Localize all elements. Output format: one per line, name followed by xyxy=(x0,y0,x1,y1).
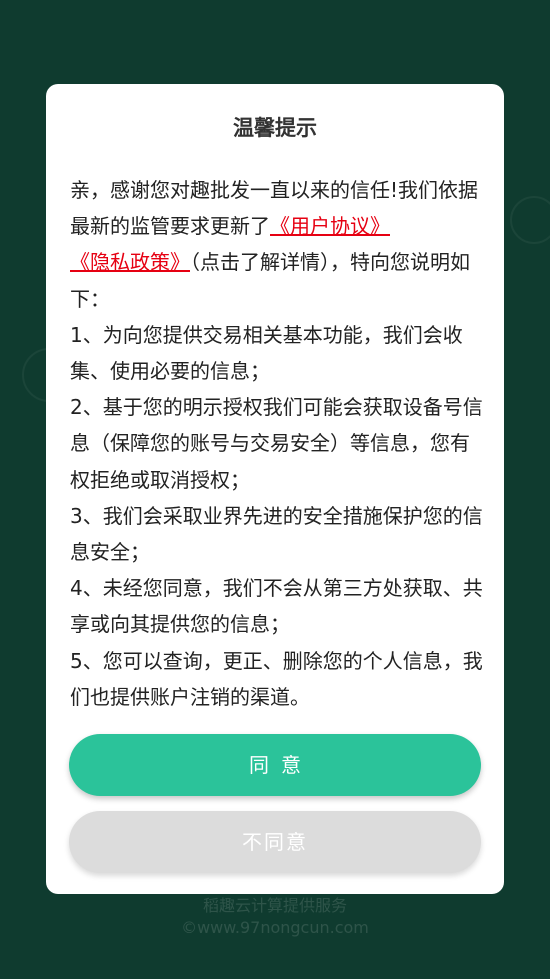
footer-provider-text: 稻趣云计算提供服务 xyxy=(202,896,347,915)
privacy-policy-link[interactable]: 《隐私政策》 xyxy=(70,250,190,274)
footer-copyright-text: ©www.97nongcun.com xyxy=(181,918,369,937)
list-item: 3、我们会采取业界先进的安全措施保护您的信息安全； xyxy=(70,503,483,565)
list-item: 1、为向您提供交易相关基本功能，我们会收集、使用必要的信息； xyxy=(70,322,463,384)
user-agreement-link[interactable]: 《用户协议》 xyxy=(270,214,390,238)
list-item: 5、您可以查询，更正、删除您的个人信息，我们也提供账户注销的渠道。 xyxy=(70,648,483,709)
dialog-body: 亲，感谢您对趣批发一直以来的信任!我们依据最新的监管要求更新了《用户协议》 《隐私… xyxy=(70,172,484,715)
agree-button[interactable]: 同意 xyxy=(69,734,481,796)
disagree-button[interactable]: 不同意 xyxy=(69,811,481,873)
list-item: 4、未经您同意，我们不会从第三方处获取、共享或向其提供您的信息； xyxy=(70,576,483,637)
dialog-title: 温馨提示 xyxy=(233,116,317,140)
list-item: 2、基于您的明示授权我们可能会获取设备号信息（保障您的账号与交易安全）等信息，您… xyxy=(70,395,483,492)
background-decoration xyxy=(510,196,550,244)
